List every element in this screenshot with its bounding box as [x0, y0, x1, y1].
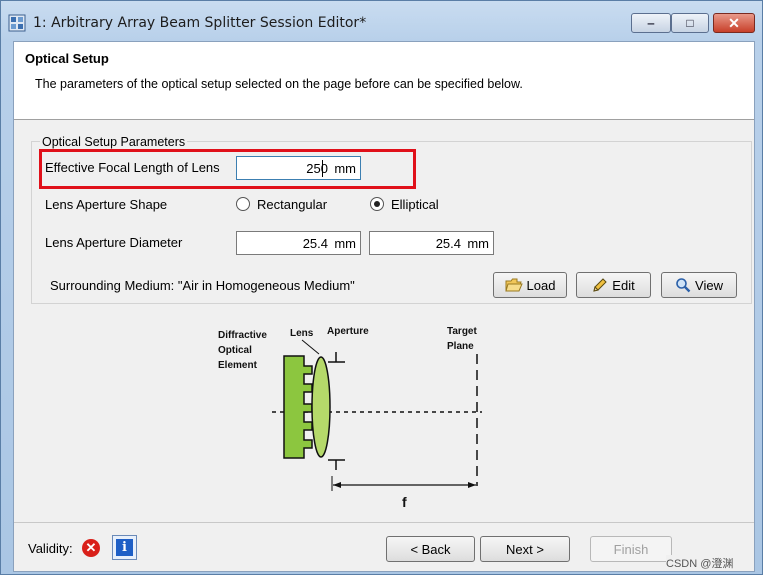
close-button[interactable]: ✕ [713, 13, 755, 33]
minimize-button[interactable]: ‒ [631, 13, 671, 33]
window-title: 1: Arbitrary Array Beam Splitter Session… [33, 15, 367, 31]
dimension-arrow-right [468, 482, 476, 488]
page-description: The parameters of the optical setup sele… [35, 77, 523, 91]
focal-length-symbol: f [402, 494, 407, 510]
page-header: Optical Setup The parameters of the opti… [14, 42, 754, 120]
lens-shape [311, 356, 331, 458]
back-button-label: < Back [410, 541, 451, 557]
view-button[interactable]: View [661, 272, 737, 298]
doe-element [283, 355, 313, 459]
edit-button-label: Edit [612, 277, 635, 293]
aperture-diameter-y-value: 25.4 [435, 236, 461, 251]
title-bar[interactable]: 1: Arbitrary Array Beam Splitter Session… [1, 1, 762, 39]
next-button-label: Next > [506, 541, 544, 557]
aperture-diameter-x-value: 25.4 [302, 236, 328, 251]
magnifier-icon [676, 278, 691, 293]
lens-label: Lens [290, 328, 314, 339]
load-button-label: Load [526, 277, 556, 293]
info-icon: i [116, 539, 133, 556]
footer-separator [14, 522, 754, 523]
radio-rectangular[interactable] [236, 197, 250, 211]
next-button[interactable]: Next > [480, 536, 570, 562]
aperture-shape-label: Lens Aperture Shape [45, 197, 168, 212]
doe-label-line2: Optical [218, 345, 252, 356]
session-editor-window: 1: Arbitrary Array Beam Splitter Session… [0, 0, 763, 575]
maximize-button[interactable]: □ [671, 13, 709, 33]
finish-button-label: Finish [613, 541, 649, 557]
radio-rectangular-label[interactable]: Rectangular [257, 197, 327, 212]
lens-leader-line [301, 339, 320, 355]
radio-elliptical-label[interactable]: Elliptical [391, 197, 439, 212]
radio-elliptical[interactable] [370, 197, 384, 211]
annotation-highlight-box [39, 149, 416, 189]
page-title: Optical Setup [25, 51, 109, 66]
view-button-label: View [695, 277, 723, 293]
finish-button[interactable]: Finish [590, 536, 672, 562]
validity-error-icon[interactable]: ✕ [82, 539, 100, 557]
aperture-label: Aperture [327, 326, 369, 337]
pencil-icon [593, 278, 608, 292]
close-icon: ✕ [728, 14, 740, 31]
dimension-arrow-left [333, 482, 341, 488]
watermark-text: CSDN @澄渊 [666, 555, 734, 571]
app-icon [8, 14, 26, 32]
aperture-diameter-y-input[interactable]: 25.4 mm [369, 231, 494, 255]
group-legend: Optical Setup Parameters [40, 135, 188, 149]
optical-setup-diagram: Diffractive Optical Element Lens Apertur… [218, 326, 482, 510]
info-button[interactable]: i [112, 535, 137, 560]
load-button[interactable]: Load [493, 272, 567, 298]
aperture-diameter-x-input[interactable]: 25.4 mm [236, 231, 361, 255]
validity-label: Validity: [28, 541, 73, 556]
folder-icon [504, 278, 523, 292]
back-button[interactable]: < Back [386, 536, 475, 562]
minimize-icon: ‒ [647, 16, 655, 30]
dialog-client: Optical Setup The parameters of the opti… [13, 41, 755, 572]
doe-label-line3: Element [218, 360, 258, 371]
target-label-line1: Target [447, 326, 477, 337]
edit-button[interactable]: Edit [576, 272, 651, 298]
doe-label-line1: Diffractive [218, 330, 267, 341]
aperture-diameter-x-unit: mm [334, 236, 356, 251]
radio-selected-dot [374, 201, 380, 207]
surrounding-medium-label: Surrounding Medium: "Air in Homogeneous … [50, 278, 355, 293]
maximize-icon: □ [686, 16, 694, 30]
aperture-diameter-label: Lens Aperture Diameter [45, 235, 183, 250]
aperture-diameter-y-unit: mm [467, 236, 489, 251]
target-label-line2: Plane [447, 341, 474, 352]
